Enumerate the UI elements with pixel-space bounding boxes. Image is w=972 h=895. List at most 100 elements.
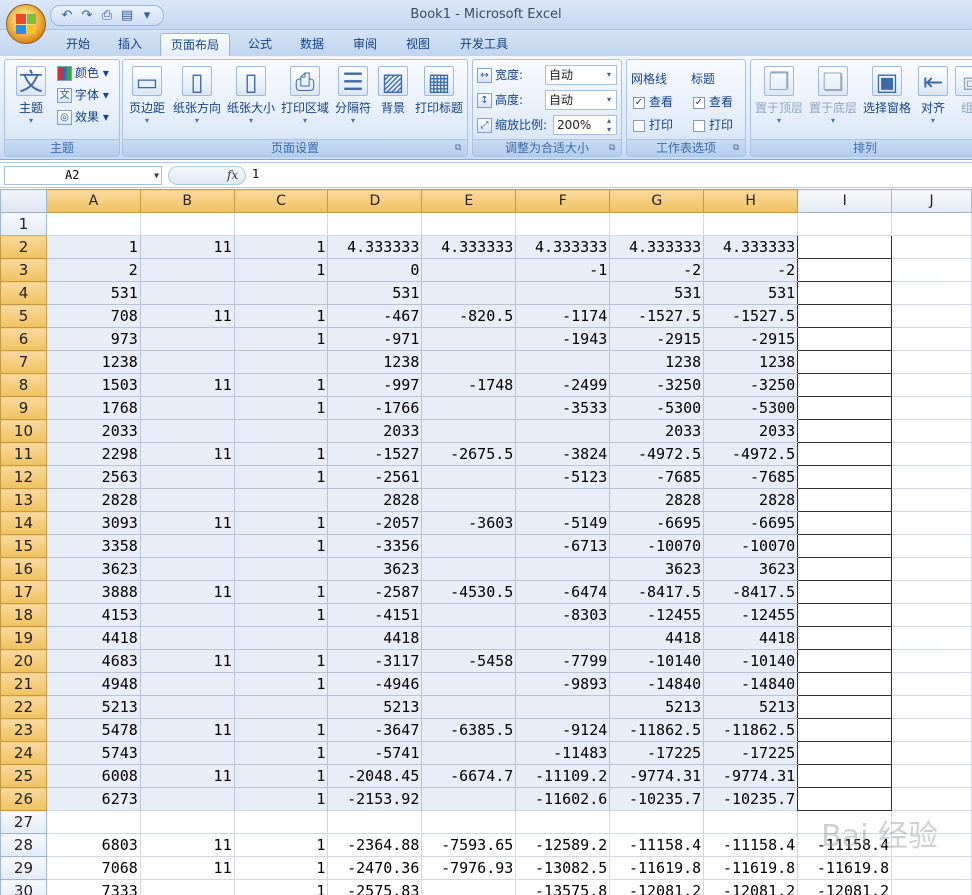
checkbox-empty-icon[interactable] bbox=[693, 119, 705, 132]
cell-C19[interactable] bbox=[233, 626, 329, 650]
themes-button[interactable]: 文 主题 ▾ bbox=[11, 64, 51, 134]
cell-G15[interactable]: -10070 bbox=[609, 534, 705, 558]
cell-G19[interactable]: 4418 bbox=[609, 626, 705, 650]
column-header-A[interactable]: A bbox=[45, 189, 141, 213]
cell-H16[interactable]: 3623 bbox=[703, 557, 799, 581]
cell-D8[interactable]: -997 bbox=[327, 373, 423, 397]
chevron-down-icon[interactable]: ▾ bbox=[602, 91, 616, 109]
row-header[interactable]: 4 bbox=[0, 281, 47, 305]
cell-H21[interactable]: -14840 bbox=[703, 672, 799, 696]
cell-I16[interactable] bbox=[797, 557, 893, 581]
cell-D7[interactable]: 1238 bbox=[327, 350, 423, 374]
cell-F10[interactable] bbox=[515, 419, 611, 443]
cell-C20[interactable]: 1 bbox=[233, 649, 329, 673]
cell-H17[interactable]: -8417.5 bbox=[703, 580, 799, 604]
cell-B18[interactable] bbox=[139, 603, 235, 627]
cell-J12[interactable] bbox=[891, 465, 972, 489]
row-header[interactable]: 1 bbox=[0, 212, 47, 236]
theme-fonts-button[interactable]: 文字体 ▾ bbox=[57, 85, 109, 105]
height-combo[interactable]: 自动 ▾ bbox=[545, 90, 617, 110]
cell-G22[interactable]: 5213 bbox=[609, 695, 705, 719]
cell-F15[interactable]: -6713 bbox=[515, 534, 611, 558]
cell-F19[interactable] bbox=[515, 626, 611, 650]
cell-B13[interactable] bbox=[139, 488, 235, 512]
cell-J18[interactable] bbox=[891, 603, 972, 627]
cell-H24[interactable]: -17225 bbox=[703, 741, 799, 765]
row-header[interactable]: 28 bbox=[0, 833, 47, 857]
cell-A22[interactable]: 5213 bbox=[45, 695, 141, 719]
cell-G4[interactable]: 531 bbox=[609, 281, 705, 305]
cell-C27[interactable] bbox=[233, 810, 329, 834]
cell-E7[interactable] bbox=[421, 350, 517, 374]
cell-H22[interactable]: 5213 bbox=[703, 695, 799, 719]
cell-F6[interactable]: -1943 bbox=[515, 327, 611, 351]
cell-C8[interactable]: 1 bbox=[233, 373, 329, 397]
cell-I1[interactable] bbox=[797, 212, 893, 236]
cell-J3[interactable] bbox=[891, 258, 972, 282]
paper-size-button[interactable]: ▯ 纸张大小 ▾ bbox=[225, 64, 277, 134]
row-header[interactable]: 20 bbox=[0, 649, 47, 673]
cell-I12[interactable] bbox=[797, 465, 893, 489]
cell-G2[interactable]: 4.333333 bbox=[609, 235, 705, 259]
cell-A19[interactable]: 4418 bbox=[45, 626, 141, 650]
cell-A3[interactable]: 2 bbox=[45, 258, 141, 282]
cell-B29[interactable]: 11 bbox=[139, 856, 235, 880]
cell-D19[interactable]: 4418 bbox=[327, 626, 423, 650]
cell-F7[interactable] bbox=[515, 350, 611, 374]
cell-C12[interactable]: 1 bbox=[233, 465, 329, 489]
cell-E17[interactable]: -4530.5 bbox=[421, 580, 517, 604]
cell-H25[interactable]: -9774.31 bbox=[703, 764, 799, 788]
checkbox-checked-icon[interactable]: ✓ bbox=[693, 96, 705, 109]
tab-home[interactable]: 开始 bbox=[56, 33, 100, 56]
cell-H4[interactable]: 531 bbox=[703, 281, 799, 305]
cell-F24[interactable]: -11483 bbox=[515, 741, 611, 765]
cell-I21[interactable] bbox=[797, 672, 893, 696]
cell-I29[interactable]: -11619.8 bbox=[797, 856, 893, 880]
cell-E16[interactable] bbox=[421, 557, 517, 581]
chevron-down-icon[interactable]: ▾ bbox=[602, 66, 616, 84]
column-header-G[interactable]: G bbox=[609, 189, 705, 213]
tab-view[interactable]: 视图 bbox=[396, 33, 440, 56]
row-header[interactable]: 8 bbox=[0, 373, 47, 397]
cell-J2[interactable] bbox=[891, 235, 972, 259]
cell-C23[interactable]: 1 bbox=[233, 718, 329, 742]
cell-C2[interactable]: 1 bbox=[233, 235, 329, 259]
cell-G14[interactable]: -6695 bbox=[609, 511, 705, 535]
cell-H14[interactable]: -6695 bbox=[703, 511, 799, 535]
cell-C30[interactable]: 1 bbox=[233, 879, 329, 895]
name-box[interactable]: A2 ▼ bbox=[4, 166, 162, 185]
cell-H11[interactable]: -4972.5 bbox=[703, 442, 799, 466]
cell-F29[interactable]: -13082.5 bbox=[515, 856, 611, 880]
cell-H10[interactable]: 2033 bbox=[703, 419, 799, 443]
cell-E4[interactable] bbox=[421, 281, 517, 305]
cell-I25[interactable] bbox=[797, 764, 893, 788]
cell-J5[interactable] bbox=[891, 304, 972, 328]
cell-B12[interactable] bbox=[139, 465, 235, 489]
cell-B16[interactable] bbox=[139, 557, 235, 581]
cell-H28[interactable]: -11158.4 bbox=[703, 833, 799, 857]
cell-B14[interactable]: 11 bbox=[139, 511, 235, 535]
cell-E19[interactable] bbox=[421, 626, 517, 650]
cell-C29[interactable]: 1 bbox=[233, 856, 329, 880]
cell-I7[interactable] bbox=[797, 350, 893, 374]
cell-J13[interactable] bbox=[891, 488, 972, 512]
cell-G8[interactable]: -3250 bbox=[609, 373, 705, 397]
cell-C10[interactable] bbox=[233, 419, 329, 443]
office-button[interactable] bbox=[6, 4, 46, 44]
cell-J19[interactable] bbox=[891, 626, 972, 650]
breaks-button[interactable]: ☰ 分隔符 ▾ bbox=[331, 64, 375, 134]
cell-J17[interactable] bbox=[891, 580, 972, 604]
cell-A1[interactable] bbox=[45, 212, 141, 236]
cell-C24[interactable]: 1 bbox=[233, 741, 329, 765]
cell-D30[interactable]: -2575.83 bbox=[327, 879, 423, 895]
column-header-C[interactable]: C bbox=[233, 189, 329, 213]
cell-I18[interactable] bbox=[797, 603, 893, 627]
cell-A4[interactable]: 531 bbox=[45, 281, 141, 305]
cell-G16[interactable]: 3623 bbox=[609, 557, 705, 581]
row-header[interactable]: 16 bbox=[0, 557, 47, 581]
cell-I17[interactable] bbox=[797, 580, 893, 604]
cell-A2[interactable]: 1 bbox=[45, 235, 141, 259]
spinner-arrows-icon[interactable]: ▴ ▾ bbox=[602, 116, 616, 134]
cell-J14[interactable] bbox=[891, 511, 972, 535]
cell-E25[interactable]: -6674.7 bbox=[421, 764, 517, 788]
